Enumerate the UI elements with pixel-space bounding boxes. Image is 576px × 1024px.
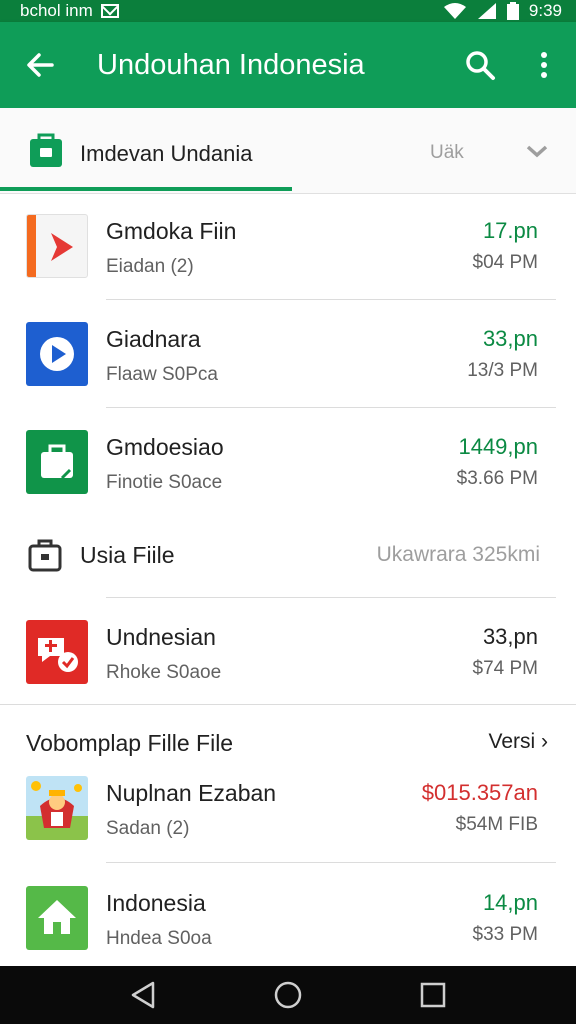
app-icon-blue-play <box>26 322 88 386</box>
sort-label[interactable]: Uäk <box>430 142 464 164</box>
signal-icon <box>477 3 496 19</box>
more-vert-icon <box>541 52 547 78</box>
divider <box>106 299 556 300</box>
wifi-icon <box>443 3 466 19</box>
list-item[interactable]: Indonesia Hndea S0oa 14,pn $33 PM <box>0 872 576 978</box>
nav-recents-button[interactable] <box>403 966 463 1024</box>
search-icon <box>466 51 495 80</box>
item-subtitle: Hndea S0oa <box>106 928 212 949</box>
circle-home-icon <box>274 981 302 1009</box>
status-bar: bchol inm 9:39 <box>0 0 576 22</box>
item-time: $3.66 PM <box>456 468 538 489</box>
version-link[interactable]: Versi › <box>488 730 548 754</box>
shopping-bag-icon <box>30 133 62 167</box>
carrier-label: bchol inm <box>20 1 93 20</box>
chevron-down-icon[interactable] <box>526 144 548 158</box>
item-subtitle: Flaaw S0Pca <box>106 364 218 385</box>
nav-back-button[interactable] <box>113 966 173 1024</box>
item-name: Giadnara <box>106 326 201 352</box>
app-icon-illustration <box>26 776 88 840</box>
system-nav-bar <box>0 966 576 1024</box>
list-item[interactable]: Giadnara Flaaw S0Pca 33,pn 13/3 PM <box>0 308 576 414</box>
divider <box>106 407 556 408</box>
item-time: 13/3 PM <box>467 360 538 381</box>
mail-icon <box>100 4 119 18</box>
app-bar: Undouhan Indonesia <box>0 22 576 108</box>
list-item[interactable]: Undnesian Rhoke S0aoe 33,pn $74 PM <box>0 606 576 712</box>
item-value: 1449,pn <box>458 434 538 459</box>
category-tab-row[interactable]: Imdevan Undania Uäk <box>0 108 576 194</box>
item-value: 33,pn <box>482 326 538 351</box>
more-options-button[interactable] <box>512 22 576 108</box>
search-button[interactable] <box>448 22 512 108</box>
item-time: $74 PM <box>472 658 538 679</box>
item-name: Gmdoka Fiin <box>106 218 237 244</box>
item-subtitle: Eiadan (2) <box>106 256 194 277</box>
item-time: $33 PM <box>472 924 538 945</box>
page-title: Undouhan Indonesia <box>97 48 365 81</box>
item-value: $015.357an <box>421 780 538 805</box>
item-name: Gmdoesiao <box>106 434 224 460</box>
list-item[interactable]: Gmdoesiao Finotie S0ace 1449,pn $3.66 PM <box>0 416 576 522</box>
item-value: 17.pn <box>482 218 538 243</box>
nav-home-button[interactable] <box>258 966 318 1024</box>
list-item[interactable]: Gmdoka Fiin Eiadan (2) 17.pn $04 PM <box>0 200 576 306</box>
item-subtitle: Sadan (2) <box>106 818 190 839</box>
section-title: Vobomplap Fille File <box>26 730 234 756</box>
arrow-back-icon <box>27 53 54 77</box>
divider <box>0 704 576 705</box>
list-item[interactable]: Nuplnan Ezaban Sadan (2) $015.357an $54M… <box>0 762 576 868</box>
app-icon-green-home <box>26 886 88 950</box>
item-value: 33,pn <box>482 624 538 649</box>
item-time: $54M FIB <box>455 814 538 835</box>
item-name: Indonesia <box>106 890 206 916</box>
section-meta: Ukawrara 325kmi <box>376 543 540 566</box>
divider <box>106 597 556 598</box>
battery-icon <box>506 2 519 20</box>
item-name: Nuplnan Ezaban <box>106 780 277 806</box>
app-icon-red-play <box>26 214 88 278</box>
item-value: 14,pn <box>482 890 538 915</box>
square-recents-icon <box>421 982 446 1008</box>
app-icon-green-bag <box>26 430 88 494</box>
item-name: Undnesian <box>106 624 216 650</box>
tab-indicator <box>0 187 292 191</box>
back-button[interactable] <box>0 22 80 108</box>
divider <box>106 862 556 863</box>
file-section-row[interactable]: Usia Fiile Ukawrara 325kmi <box>0 520 576 590</box>
item-subtitle: Finotie S0ace <box>106 472 223 493</box>
item-time: $04 PM <box>472 252 538 273</box>
item-subtitle: Rhoke S0aoe <box>106 662 222 683</box>
clock: 9:39 <box>528 1 562 20</box>
app-icon-red-chat <box>26 620 88 684</box>
category-label: Imdevan Undania <box>80 141 253 166</box>
section-label: Usia Fiile <box>80 542 175 568</box>
triangle-back-icon <box>131 981 154 1009</box>
briefcase-icon <box>28 539 62 572</box>
